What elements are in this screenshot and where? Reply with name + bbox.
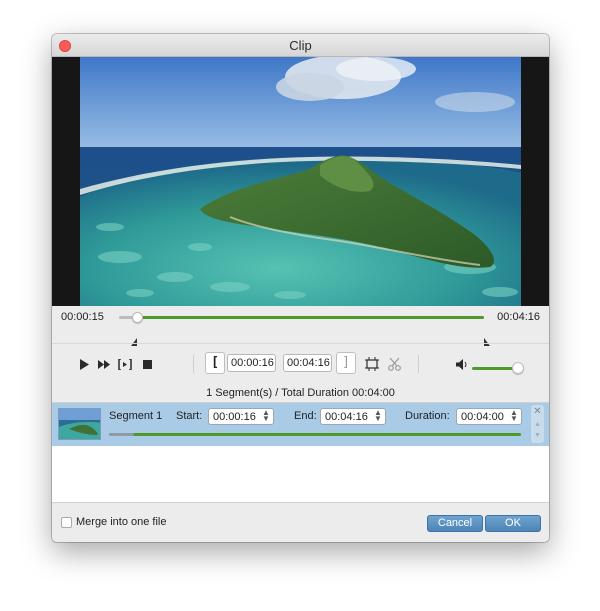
cancel-button[interactable]: Cancel [427,515,483,532]
set-start-button[interactable]: [ [205,352,225,374]
segment-duration-stepper[interactable]: 00:04:00 ▲ ▼ [456,408,522,425]
merge-checkbox[interactable] [61,517,72,528]
segment-start-stepper[interactable]: 00:00:16 ▲ ▼ [208,408,274,425]
segment-summary: 1 Segment(s) / Total Duration 00:04:00 [52,383,549,403]
play-icon [79,358,89,370]
end-time-field[interactable]: 00:04:16 [283,354,332,372]
timeline: 00:00:15 00:04:16 [52,306,549,346]
set-end-button[interactable]: ] [336,352,356,374]
video-preview [52,57,549,306]
playback-controls: [ 00:00:16 00:04:16 ] [52,343,549,383]
volume-button[interactable] [455,357,469,371]
play-button[interactable] [78,357,90,371]
title-bar: Clip [52,34,549,57]
start-time-field[interactable]: 00:00:16 [227,354,276,372]
stepper-arrows-icon[interactable]: ▲ ▼ [374,409,382,423]
ok-button[interactable]: OK [485,515,541,532]
total-time-label: 00:04:16 [497,311,540,323]
segment-name: Segment 1 [109,410,163,422]
segment-duration-value: 00:04:00 [461,411,504,423]
window-title: Clip [289,38,312,53]
stepper-arrows-icon[interactable]: ▲ ▼ [262,409,270,423]
stop-button[interactable] [141,358,153,370]
move-down-icon[interactable]: ▼ [532,431,543,441]
clip-bracket-button[interactable] [117,357,133,371]
segment-start-label: Start: [176,410,203,422]
clip-window: Clip 00:00:15 00:04:16 [00:00:16 00:04:… [52,34,549,542]
segment-end-stepper[interactable]: 00:04:16 ▲ ▼ [320,408,386,425]
crop-icon [365,357,379,371]
fast-forward-button[interactable] [97,357,111,371]
timeline-playhead[interactable] [132,312,143,323]
segment-range-offset [109,433,134,436]
segment-end-label: End: [294,410,317,422]
scissors-icon [388,357,401,371]
merge-label: Merge into one file [76,516,167,528]
current-time-label: 00:00:15 [61,311,104,323]
video-frame [80,57,521,306]
island-scene-image [80,57,521,306]
volume-slider-knob[interactable] [512,362,524,374]
segment-duration-label: Duration: [405,410,450,422]
volume-slider-track[interactable] [472,367,517,370]
stepper-arrows-icon[interactable]: ▲ ▼ [510,409,518,423]
timeline-selected-range [137,316,484,319]
segment-row-controls: ✕ ▲ ▼ [531,405,544,443]
divider [193,355,194,373]
segment-range-bar [109,433,521,436]
stop-icon [142,359,152,369]
segment-thumbnail [58,408,101,440]
segment-thumbnail-image [59,409,100,439]
divider [418,355,419,373]
dialog-footer: Merge into one file Cancel OK [52,502,549,542]
timeline-track[interactable] [119,312,490,346]
segment-start-value: 00:00:16 [213,411,256,423]
move-up-icon[interactable]: ▲ [532,420,543,430]
segment-row[interactable]: Segment 1 Start: 00:00:16 ▲ ▼ End: 00:04:… [52,403,549,446]
cut-button[interactable] [386,356,404,372]
clip-bracket-icon [118,358,132,370]
volume-icon [455,358,466,370]
crop-button[interactable] [364,356,380,372]
segment-list: Segment 1 Start: 00:00:16 ▲ ▼ End: 00:04:… [52,403,549,502]
segment-end-value: 00:04:16 [325,411,368,423]
fast-forward-icon [98,359,110,369]
delete-segment-icon[interactable]: ✕ [532,406,543,417]
